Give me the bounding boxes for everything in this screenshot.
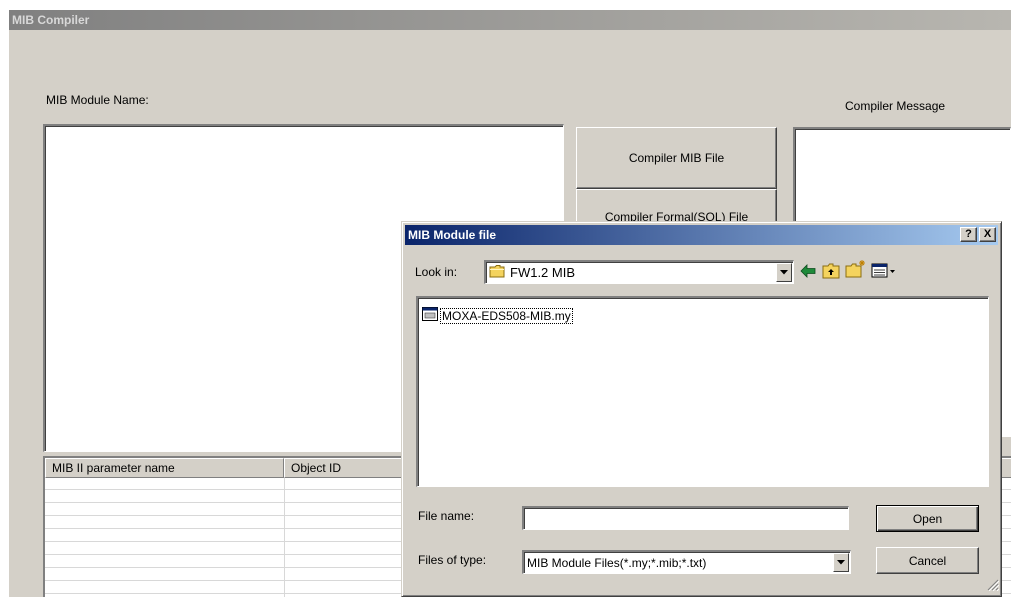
column-header-object-id[interactable]: Object ID [284, 458, 404, 478]
file-name-label: File name: [418, 509, 475, 523]
files-of-type-value: MIB Module Files(*.my;*.mib;*.txt) [527, 556, 707, 570]
column-header-parameter-name[interactable]: MIB II parameter name [45, 458, 284, 478]
module-name-label: MIB Module Name: [46, 93, 149, 107]
new-folder-icon[interactable] [845, 259, 867, 282]
dialog-titlebar[interactable]: MIB Module file ? X [405, 225, 998, 245]
look-in-dropdown-button[interactable] [776, 263, 792, 282]
open-button[interactable]: Open [876, 505, 979, 532]
look-in-combobox[interactable]: FW1.2 MIB [484, 260, 794, 284]
resize-grip-icon[interactable] [987, 579, 1000, 594]
look-in-label: Look in: [415, 265, 458, 279]
chevron-down-icon [837, 560, 845, 565]
compile-mib-file-button[interactable]: Compiler MIB File [576, 127, 777, 189]
cancel-button[interactable]: Cancel [876, 547, 979, 574]
main-titlebar[interactable]: MIB Compiler [9, 10, 1011, 30]
files-of-type-label: Files of type: [418, 553, 487, 567]
file-name-input[interactable] [522, 506, 849, 530]
look-in-value: FW1.2 MIB [510, 265, 576, 280]
file-name-text: MOXA-EDS508-MIB.my [440, 307, 573, 324]
file-list[interactable]: MOXA-EDS508-MIB.my [416, 296, 989, 487]
files-of-type-dropdown-button[interactable] [833, 553, 849, 572]
mib-module-file-dialog: MIB Module file ? X Look in: FW1.2 MIB M… [401, 221, 1002, 597]
compiler-message-label: Compiler Message [845, 99, 946, 113]
dialog-title: MIB Module file [408, 228, 496, 242]
chevron-down-icon [780, 270, 788, 275]
main-window-title: MIB Compiler [12, 13, 90, 27]
files-of-type-combobox[interactable]: MIB Module Files(*.my;*.mib;*.txt) [522, 550, 851, 574]
list-item[interactable]: MOXA-EDS508-MIB.my [422, 307, 573, 324]
up-folder-icon[interactable] [822, 262, 842, 283]
back-arrow-icon[interactable] [799, 263, 817, 282]
close-button[interactable]: X [979, 227, 996, 242]
mib-file-icon [422, 307, 438, 324]
help-button[interactable]: ? [960, 227, 977, 242]
folder-icon [489, 264, 507, 282]
view-menu-icon[interactable] [871, 263, 897, 282]
